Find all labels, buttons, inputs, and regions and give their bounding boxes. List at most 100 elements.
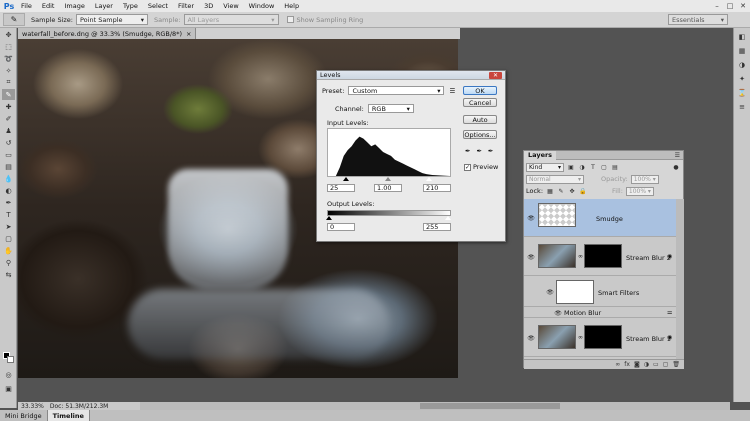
visibility-eye-icon[interactable]: 👁	[554, 309, 562, 317]
scrollbar-thumb[interactable]	[420, 403, 560, 409]
output-white-slider[interactable]	[445, 216, 451, 220]
history-panel-icon[interactable]: ⌛	[737, 87, 748, 98]
mask-link-icon[interactable]: ∞	[578, 253, 583, 260]
new-layer-icon[interactable]: ▢	[663, 361, 669, 368]
adjustment-filter-icon[interactable]: ◑	[578, 163, 586, 171]
menu-select[interactable]: Select	[143, 2, 173, 10]
tab-layers[interactable]: Layers	[524, 150, 557, 160]
visibility-eye-icon[interactable]: 👁	[527, 253, 535, 261]
menu-help[interactable]: Help	[279, 2, 304, 10]
menu-filter[interactable]: Filter	[173, 2, 199, 10]
new-adjustment-icon[interactable]: ◑	[644, 361, 649, 368]
menu-type[interactable]: Type	[118, 2, 143, 10]
layer-style-icon[interactable]: fx	[624, 361, 630, 368]
blend-mode-select[interactable]: Normal ▾	[526, 174, 584, 184]
sample-select[interactable]: All Layers ▾	[183, 14, 279, 25]
color-panel-icon[interactable]: ◧	[737, 31, 748, 42]
layer-row-smudge[interactable]: 👁 Smudge	[524, 199, 676, 237]
lock-transparent-icon[interactable]: ▦	[546, 187, 554, 195]
screen-mode-icon[interactable]: ▣	[2, 383, 15, 394]
link-layers-icon[interactable]: ∞	[615, 361, 620, 368]
input-gamma-field[interactable]: 1.00	[374, 184, 402, 192]
white-eyedropper-icon[interactable]: ✒	[488, 147, 493, 155]
path-select-tool-icon[interactable]: ➤	[2, 221, 15, 232]
menu-file[interactable]: File	[16, 2, 37, 10]
menu-layer[interactable]: Layer	[90, 2, 118, 10]
visibility-eye-icon[interactable]: 👁	[546, 288, 554, 296]
black-point-slider[interactable]	[343, 177, 349, 181]
layer-row-stream-blur-1[interactable]: 👁 ∞ Stream Blur 1 ◉	[524, 319, 676, 357]
gray-eyedropper-icon[interactable]: ✒	[476, 147, 481, 155]
marquee-tool-icon[interactable]: ⬚	[2, 41, 15, 52]
menu-edit[interactable]: Edit	[37, 2, 60, 10]
horizontal-scrollbar[interactable]	[140, 402, 730, 410]
visibility-eye-icon[interactable]: 👁	[527, 214, 535, 222]
quick-mask-icon[interactable]: ◎	[2, 369, 15, 380]
preview-checkbox[interactable]: ✓	[464, 163, 471, 171]
gradient-tool-icon[interactable]: ▤	[2, 161, 15, 172]
move-tool-icon[interactable]: ✥	[2, 29, 15, 40]
black-eyedropper-icon[interactable]: ✒	[465, 147, 470, 155]
crop-tool-icon[interactable]: ⌗	[2, 77, 15, 88]
menu-image[interactable]: Image	[59, 2, 89, 10]
menu-window[interactable]: Window	[244, 2, 280, 10]
shape-tool-icon[interactable]: ▢	[2, 233, 15, 244]
dodge-tool-icon[interactable]: ◐	[2, 185, 15, 196]
preset-options-icon[interactable]: ☰	[449, 87, 455, 95]
channel-select[interactable]: RGB ▾	[367, 104, 414, 113]
close-icon[interactable]: ✕	[738, 1, 748, 10]
layer-row-smart-filters[interactable]: 👁 Smart Filters	[524, 277, 676, 307]
preset-select[interactable]: Custom ▾	[348, 86, 445, 95]
blur-tool-icon[interactable]: 💧	[2, 173, 15, 184]
sample-size-select[interactable]: Point Sample ▾	[75, 14, 148, 25]
zoom-tool-icon[interactable]: ⚲	[2, 257, 15, 268]
maximize-icon[interactable]: □	[725, 1, 735, 10]
tab-timeline[interactable]: Timeline	[47, 410, 90, 421]
eyedropper-preset-icon[interactable]: ✎	[3, 13, 25, 26]
minimize-icon[interactable]: –	[712, 1, 722, 10]
quick-select-tool-icon[interactable]: ✧	[2, 65, 15, 76]
input-white-field[interactable]: 210	[423, 184, 451, 192]
layer-row-stream-blur-2[interactable]: 👁 ∞ Stream Blur 2 ◉	[524, 238, 676, 276]
fill-field[interactable]: 100% ▾	[625, 186, 654, 196]
filter-toggle-icon[interactable]: ●	[672, 163, 680, 171]
swatches-panel-icon[interactable]: ▦	[737, 45, 748, 56]
zoom-level[interactable]: 33.33%	[21, 403, 44, 410]
menu-view[interactable]: View	[218, 2, 243, 10]
output-white-field[interactable]: 255	[423, 223, 451, 231]
output-black-slider[interactable]	[326, 216, 332, 220]
white-point-slider[interactable]	[426, 177, 432, 181]
type-filter-icon[interactable]: T	[589, 163, 597, 171]
lasso-tool-icon[interactable]: ➰	[2, 53, 15, 64]
auto-button[interactable]: Auto	[463, 115, 497, 124]
sampling-ring-checkbox[interactable]	[286, 16, 294, 23]
close-icon[interactable]: ✕	[489, 72, 502, 79]
tab-mini-bridge[interactable]: Mini Bridge	[0, 410, 48, 421]
background-color-swatch[interactable]	[7, 356, 14, 363]
ok-button[interactable]: OK	[463, 86, 497, 95]
input-black-field[interactable]: 25	[327, 184, 355, 192]
shape-filter-icon[interactable]: ▢	[600, 163, 608, 171]
swap-colors-icon[interactable]: ⇆	[2, 269, 15, 280]
clone-stamp-tool-icon[interactable]: ♟	[2, 125, 15, 136]
history-brush-tool-icon[interactable]: ↺	[2, 137, 15, 148]
lock-position-icon[interactable]: ✥	[568, 187, 576, 195]
healing-brush-tool-icon[interactable]: ✚	[2, 101, 15, 112]
smart-object-filter-icon[interactable]: ▤	[611, 163, 619, 171]
new-group-icon[interactable]: ▭	[653, 361, 659, 368]
document-tab[interactable]: waterfall_before.dng @ 33.3% (Smudge, RG…	[18, 28, 197, 39]
kind-filter-select[interactable]: Kind ▾	[526, 162, 564, 172]
hand-tool-icon[interactable]: ✋	[2, 245, 15, 256]
add-mask-icon[interactable]: ◙	[634, 361, 640, 368]
lock-image-icon[interactable]: ✎	[557, 187, 565, 195]
pixel-filter-icon[interactable]: ▣	[567, 163, 575, 171]
visibility-eye-icon[interactable]: 👁	[527, 334, 535, 342]
cancel-button[interactable]: Cancel	[463, 98, 497, 107]
options-button[interactable]: Options...	[463, 130, 497, 139]
panel-menu-icon[interactable]: ☰	[675, 152, 680, 159]
styles-panel-icon[interactable]: ✦	[737, 73, 748, 84]
delete-layer-icon[interactable]: 🗑	[672, 361, 680, 368]
gamma-slider[interactable]	[385, 177, 391, 181]
eraser-tool-icon[interactable]: ▭	[2, 149, 15, 160]
pen-tool-icon[interactable]: ✒	[2, 197, 15, 208]
